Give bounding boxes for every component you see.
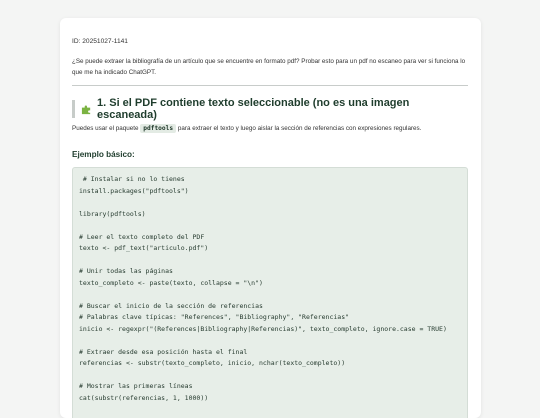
code-line: texto_completo <- paste(texto, collapse … — [79, 278, 263, 287]
note-id: ID: 20251027-1141 — [72, 38, 128, 45]
note-card: ID: 20251027-1141 ¿Se puede extraer la b… — [60, 18, 481, 418]
intro-paragraph: Puedes usar el paquete pdftools para ext… — [72, 124, 468, 133]
section-heading: 1. Si el PDF contiene texto seleccionabl… — [72, 97, 468, 121]
example-label: Ejemplo básico: — [72, 150, 135, 159]
code-line: install.packages("pdftools") — [79, 186, 189, 195]
code-line: inicio <- regexpr("(References|Bibliogra… — [79, 324, 447, 333]
note-question: ¿Se puede extraer la bibliografía de un … — [72, 58, 466, 76]
code-line: cat(substr(referencias, 1, 1000)) — [79, 393, 209, 402]
code-line: # Mostrar las primeras líneas — [79, 382, 193, 390]
code-line: # Extraer desde esa posición hasta el fi… — [79, 347, 248, 356]
intro-text-after: para extraer el texto y luego aislar la … — [176, 125, 422, 132]
code-line: # Unir todas las páginas — [79, 267, 173, 275]
code-line: # Instalar si no lo tienes — [79, 175, 185, 183]
inline-code-pdftools: pdftools — [140, 124, 177, 133]
intro-text-before: Puedes usar el paquete — [72, 125, 141, 132]
code-block[interactable]: # Instalar si no lo tienes install.packag… — [72, 167, 468, 418]
section-title: 1. Si el PDF contiene texto seleccionabl… — [97, 97, 410, 121]
puzzle-piece-icon — [81, 104, 92, 115]
code-line: texto <- pdf_text("articulo.pdf") — [79, 244, 209, 252]
code-line: # Palabras clave típicas: "References", … — [79, 313, 350, 321]
code-line: # Buscar el inicio de la sección de refe… — [79, 301, 263, 310]
code-line: library(pdftools) — [79, 209, 146, 218]
code-line: # Leer el texto completo del PDF — [79, 232, 205, 241]
code-line: referencias <- substr(texto_completo, in… — [79, 359, 346, 367]
divider — [72, 85, 468, 86]
